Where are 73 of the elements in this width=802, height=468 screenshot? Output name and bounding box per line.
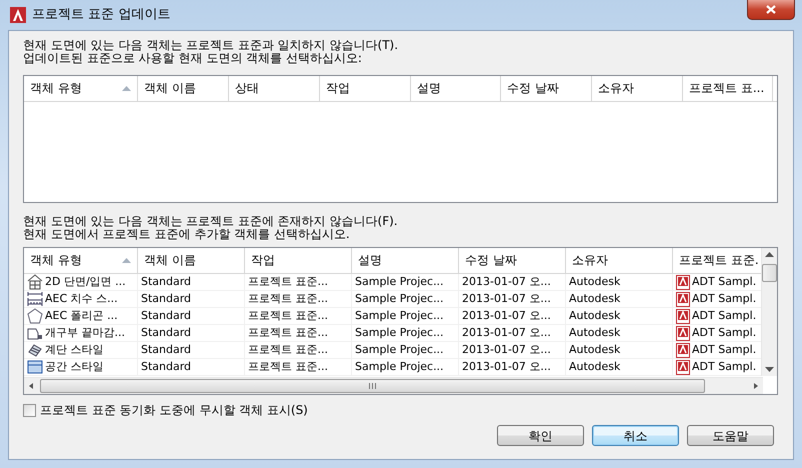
table-cell: Sample Projec... [352, 291, 459, 307]
scroll-down-icon [765, 367, 774, 372]
close-button[interactable] [747, 0, 795, 20]
table-cell: 2013-01-07 오... [459, 291, 566, 307]
instruction-text: 현재 도면에 있는 다음 객체는 프로젝트 표준에 존재하지 않습니다(F). [23, 213, 399, 228]
table-cell: Autodesk [566, 342, 673, 358]
grid-icon [27, 359, 43, 375]
table-cell: 프로젝트 표준... [245, 325, 352, 341]
table-cell: ADT Sampl. [692, 292, 756, 306]
window-title: 프로젝트 표준 업데이트 [32, 7, 170, 23]
vertical-scrollbar[interactable] [761, 248, 777, 376]
dialog-button[interactable]: 도움말 [687, 425, 774, 446]
table-cell: 개구부 끝마감... [45, 326, 125, 340]
horizontal-scrollbar[interactable] [24, 377, 763, 394]
table-cell: Autodesk [566, 291, 673, 307]
table-cell: ADT Sampl. [692, 309, 756, 323]
table-cell: Sample Projec... [352, 274, 459, 290]
table-cell: Autodesk [566, 274, 673, 290]
table-cell: Sample Projec... [352, 308, 459, 324]
table-cell: Sample Projec... [352, 325, 459, 341]
table-cell: AEC 폴리곤 ... [45, 309, 118, 323]
table-cell: ADT Sampl. [692, 360, 756, 374]
checkbox-label[interactable]: 프로젝트 표준 동기화 도중에 무시할 객체 표시(S) [40, 403, 308, 418]
document-icon [676, 308, 690, 324]
table-cell: Sample Projec... [352, 359, 459, 375]
table-cell: Standard [138, 308, 245, 324]
table-cell: AEC 치수 스... [45, 292, 118, 306]
checkbox[interactable] [23, 404, 36, 417]
document-icon [676, 342, 690, 358]
dialog-button[interactable]: 취소 [592, 425, 679, 446]
table-cell: 2013-01-07 오... [459, 308, 566, 324]
document-icon [676, 326, 690, 340]
table-cell: 2013-01-07 오... [459, 359, 566, 375]
table-cell: 프로젝트 표준... [245, 274, 352, 290]
table-cell: Autodesk [566, 308, 673, 324]
scroll-up-icon [765, 252, 774, 257]
document-icon [676, 292, 690, 306]
instruction-text: 업데이트된 표준으로 사용할 현재 도면의 객체를 선택하십시오: [23, 52, 363, 65]
ruler-icon [27, 291, 43, 307]
table-cell: 공간 스타일 [45, 360, 104, 374]
table-cell: Sample Projec... [352, 342, 459, 358]
table-cell: 2D 단면/입면 ... [45, 275, 126, 289]
dialog-button[interactable]: 확인 [497, 425, 584, 446]
table-cell: 계단 스타일 [45, 343, 104, 357]
document-icon [676, 274, 690, 290]
table-cell: 2013-01-07 오... [459, 342, 566, 358]
instruction-text: 현재 도면에 있는 다음 객체는 프로젝트 표준과 일치하지 않습니다(T). [23, 39, 400, 52]
scroll-thumb[interactable] [762, 264, 777, 282]
app-logo-icon [10, 7, 26, 23]
table-cell: Standard [138, 359, 245, 375]
document-icon [676, 360, 690, 374]
table-cell: ADT Sampl. [692, 275, 756, 289]
stair-icon [27, 342, 43, 358]
table-cell: Standard [138, 325, 245, 341]
table-cell: 프로젝트 표준... [245, 308, 352, 324]
sort-arrow-icon [122, 258, 131, 263]
table-cell: Autodesk [566, 325, 673, 341]
table-cell: 프로젝트 표준... [245, 342, 352, 358]
table-cell: 프로젝트 표준... [245, 291, 352, 307]
instruction-text: 현재 도면에서 프로젝트 표준에 추가할 객체를 선택하십시오. [23, 228, 351, 241]
table-cell: Standard [138, 274, 245, 290]
table-cell: Standard [138, 342, 245, 358]
close-icon [766, 5, 776, 14]
sort-arrow-icon [122, 86, 131, 91]
table-cell: Standard [138, 291, 245, 307]
table-cell: Autodesk [566, 359, 673, 375]
table-cell: 프로젝트 표준... [245, 359, 352, 375]
grip-icon [369, 383, 376, 389]
pentagon-icon [27, 308, 43, 324]
table-cell: ADT Sampl. [692, 343, 756, 357]
table-cell: 2013-01-07 오... [459, 274, 566, 290]
table-cell: 2013-01-07 오... [459, 325, 566, 341]
table-cell: ADT Sampl. [692, 326, 756, 340]
